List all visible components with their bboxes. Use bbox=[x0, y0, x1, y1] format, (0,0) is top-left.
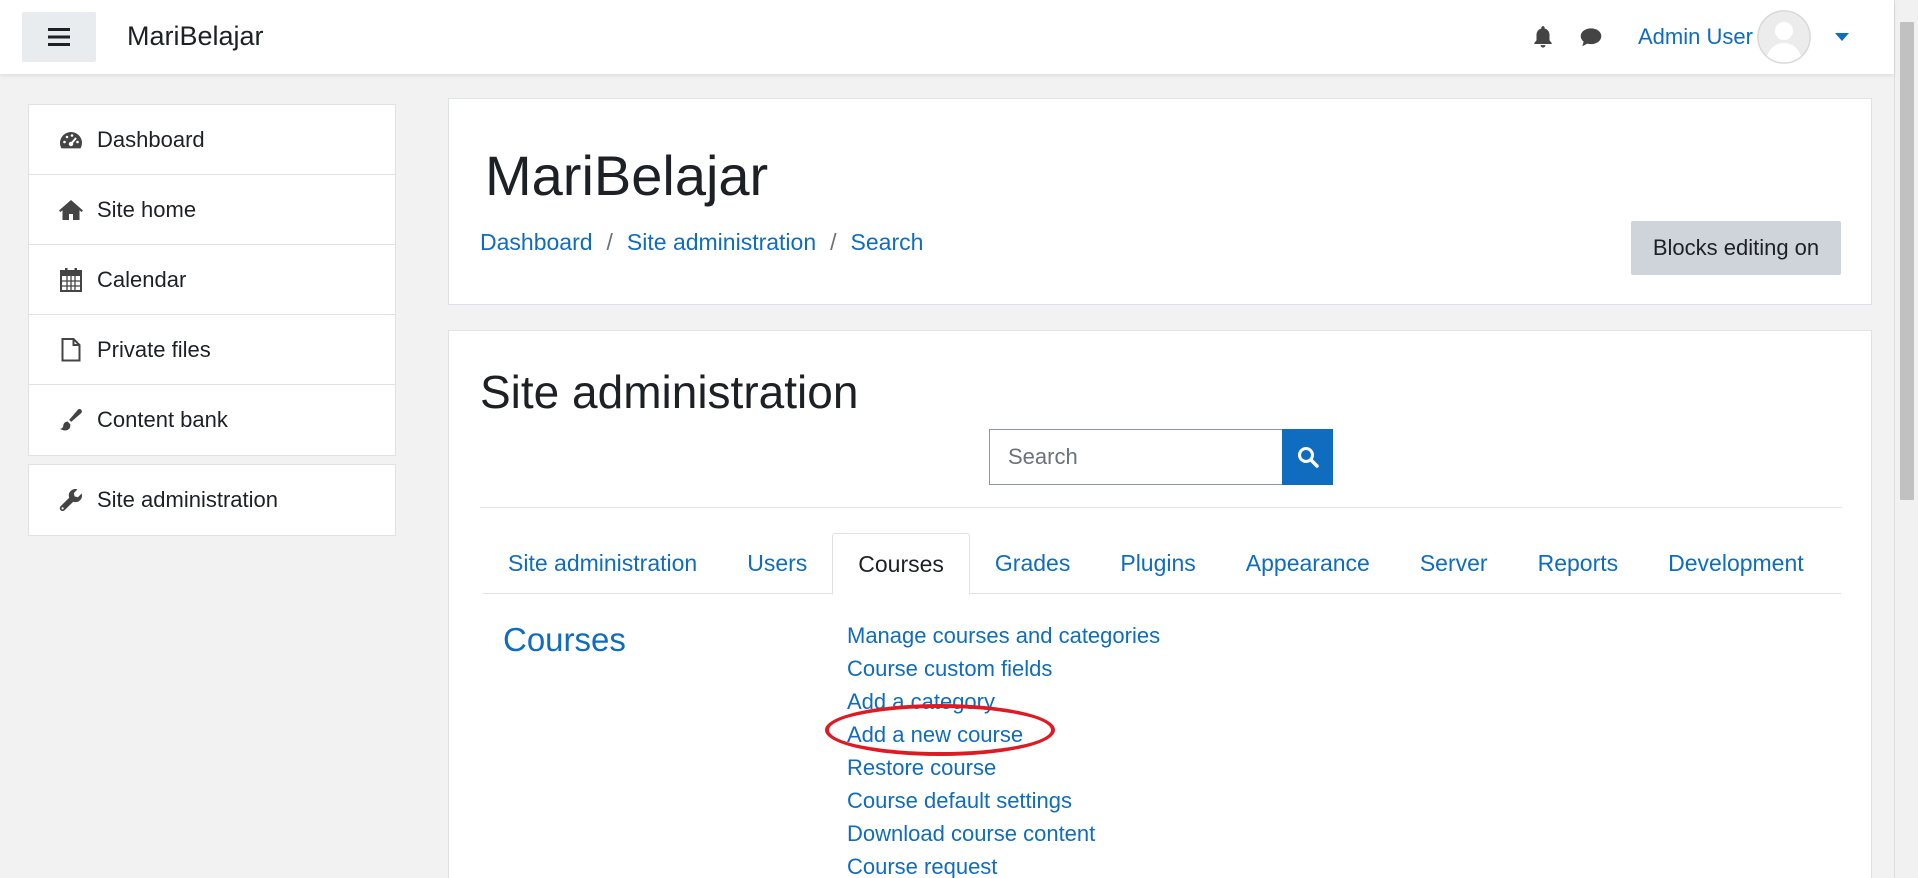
drawer-item-site-administration[interactable]: Site administration bbox=[29, 465, 395, 535]
calendar-icon bbox=[59, 267, 83, 292]
tab-users[interactable]: Users bbox=[722, 533, 832, 594]
user-menu[interactable]: Admin User bbox=[1638, 10, 1849, 64]
drawer-item-site-home[interactable]: Site home bbox=[29, 175, 395, 245]
brush-icon bbox=[59, 408, 83, 432]
link-manage-courses[interactable]: Manage courses and categories bbox=[847, 623, 1160, 648]
tab-development[interactable]: Development bbox=[1643, 533, 1829, 594]
scrollbar-thumb[interactable] bbox=[1900, 22, 1914, 500]
drawer-item-calendar[interactable]: Calendar bbox=[29, 245, 395, 315]
drawer-nav-admin: Site administration bbox=[28, 464, 396, 536]
site-admin-card: Site administration Search Site administ… bbox=[448, 330, 1872, 878]
admin-title: Site administration bbox=[480, 366, 859, 418]
breadcrumb-separator: / bbox=[606, 229, 613, 255]
search-icon bbox=[1297, 447, 1319, 468]
avatar[interactable] bbox=[1756, 10, 1811, 64]
home-icon bbox=[59, 198, 83, 222]
breadcrumb-site-administration[interactable]: Site administration bbox=[627, 229, 816, 256]
drawer-item-label: Private files bbox=[97, 336, 211, 362]
admin-search-button[interactable] bbox=[1282, 429, 1333, 485]
user-name[interactable]: Admin User bbox=[1638, 24, 1753, 50]
link-add-category[interactable]: Add a category bbox=[847, 689, 995, 714]
tab-grades[interactable]: Grades bbox=[970, 533, 1095, 594]
menu-icon bbox=[48, 28, 70, 46]
page-title: MariBelajar bbox=[485, 144, 769, 207]
breadcrumb-separator: / bbox=[830, 229, 837, 255]
drawer-toggle-button[interactable] bbox=[22, 12, 96, 62]
link-course-default-settings[interactable]: Course default settings bbox=[847, 788, 1072, 813]
admin-tabs: Site administration Users Courses Grades… bbox=[483, 533, 1841, 595]
drawer-item-label: Dashboard bbox=[97, 126, 205, 152]
tab-site-administration[interactable]: Site administration bbox=[483, 533, 722, 594]
file-icon bbox=[59, 337, 83, 362]
drawer-item-content-bank[interactable]: Content bank bbox=[29, 385, 395, 455]
top-navbar: MariBelajar Admin User bbox=[0, 0, 1894, 74]
drawer-item-label: Calendar bbox=[97, 266, 187, 292]
blocks-editing-button[interactable]: Blocks editing on bbox=[1631, 221, 1841, 275]
link-course-custom-fields[interactable]: Course custom fields bbox=[847, 656, 1052, 681]
drawer-item-label: Site home bbox=[97, 196, 197, 222]
left-drawer: Dashboard Site home Calendar Private fil… bbox=[0, 74, 426, 878]
tab-server[interactable]: Server bbox=[1395, 533, 1513, 594]
link-download-course-content[interactable]: Download course content bbox=[847, 821, 1095, 846]
caret-down-icon[interactable] bbox=[1834, 32, 1849, 42]
breadcrumb-search[interactable]: Search bbox=[851, 229, 924, 256]
drawer-nav-main: Dashboard Site home Calendar Private fil… bbox=[28, 104, 396, 456]
chat-icon[interactable] bbox=[1578, 24, 1604, 50]
admin-search-input[interactable]: Search bbox=[989, 429, 1283, 485]
drawer-item-private-files[interactable]: Private files bbox=[29, 315, 395, 385]
wrench-icon bbox=[59, 488, 83, 512]
courses-link-list: Manage courses and categories Course cus… bbox=[847, 619, 1160, 878]
section-title-courses[interactable]: Courses bbox=[503, 621, 626, 659]
drawer-item-label: Site administration bbox=[97, 487, 278, 512]
drawer-item-dashboard[interactable]: Dashboard bbox=[29, 105, 395, 175]
dashboard-icon bbox=[59, 128, 83, 152]
tab-courses[interactable]: Courses bbox=[832, 533, 970, 595]
link-course-request[interactable]: Course request bbox=[847, 854, 997, 878]
bell-icon[interactable] bbox=[1530, 24, 1556, 50]
tab-appearance[interactable]: Appearance bbox=[1221, 533, 1395, 594]
page-header-card: MariBelajar Dashboard / Site administrat… bbox=[448, 98, 1872, 305]
link-restore-course[interactable]: Restore course bbox=[847, 755, 996, 780]
breadcrumb-dashboard[interactable]: Dashboard bbox=[480, 229, 593, 256]
drawer-item-label: Content bank bbox=[97, 407, 228, 432]
link-add-new-course[interactable]: Add a new course bbox=[847, 722, 1023, 747]
tab-reports[interactable]: Reports bbox=[1513, 533, 1644, 594]
navbar-site-name[interactable]: MariBelajar bbox=[127, 21, 264, 52]
tab-plugins[interactable]: Plugins bbox=[1095, 533, 1220, 594]
page-scrollbar[interactable] bbox=[1894, 0, 1918, 878]
breadcrumb: Dashboard / Site administration / Search bbox=[480, 229, 923, 256]
divider bbox=[480, 507, 1842, 508]
